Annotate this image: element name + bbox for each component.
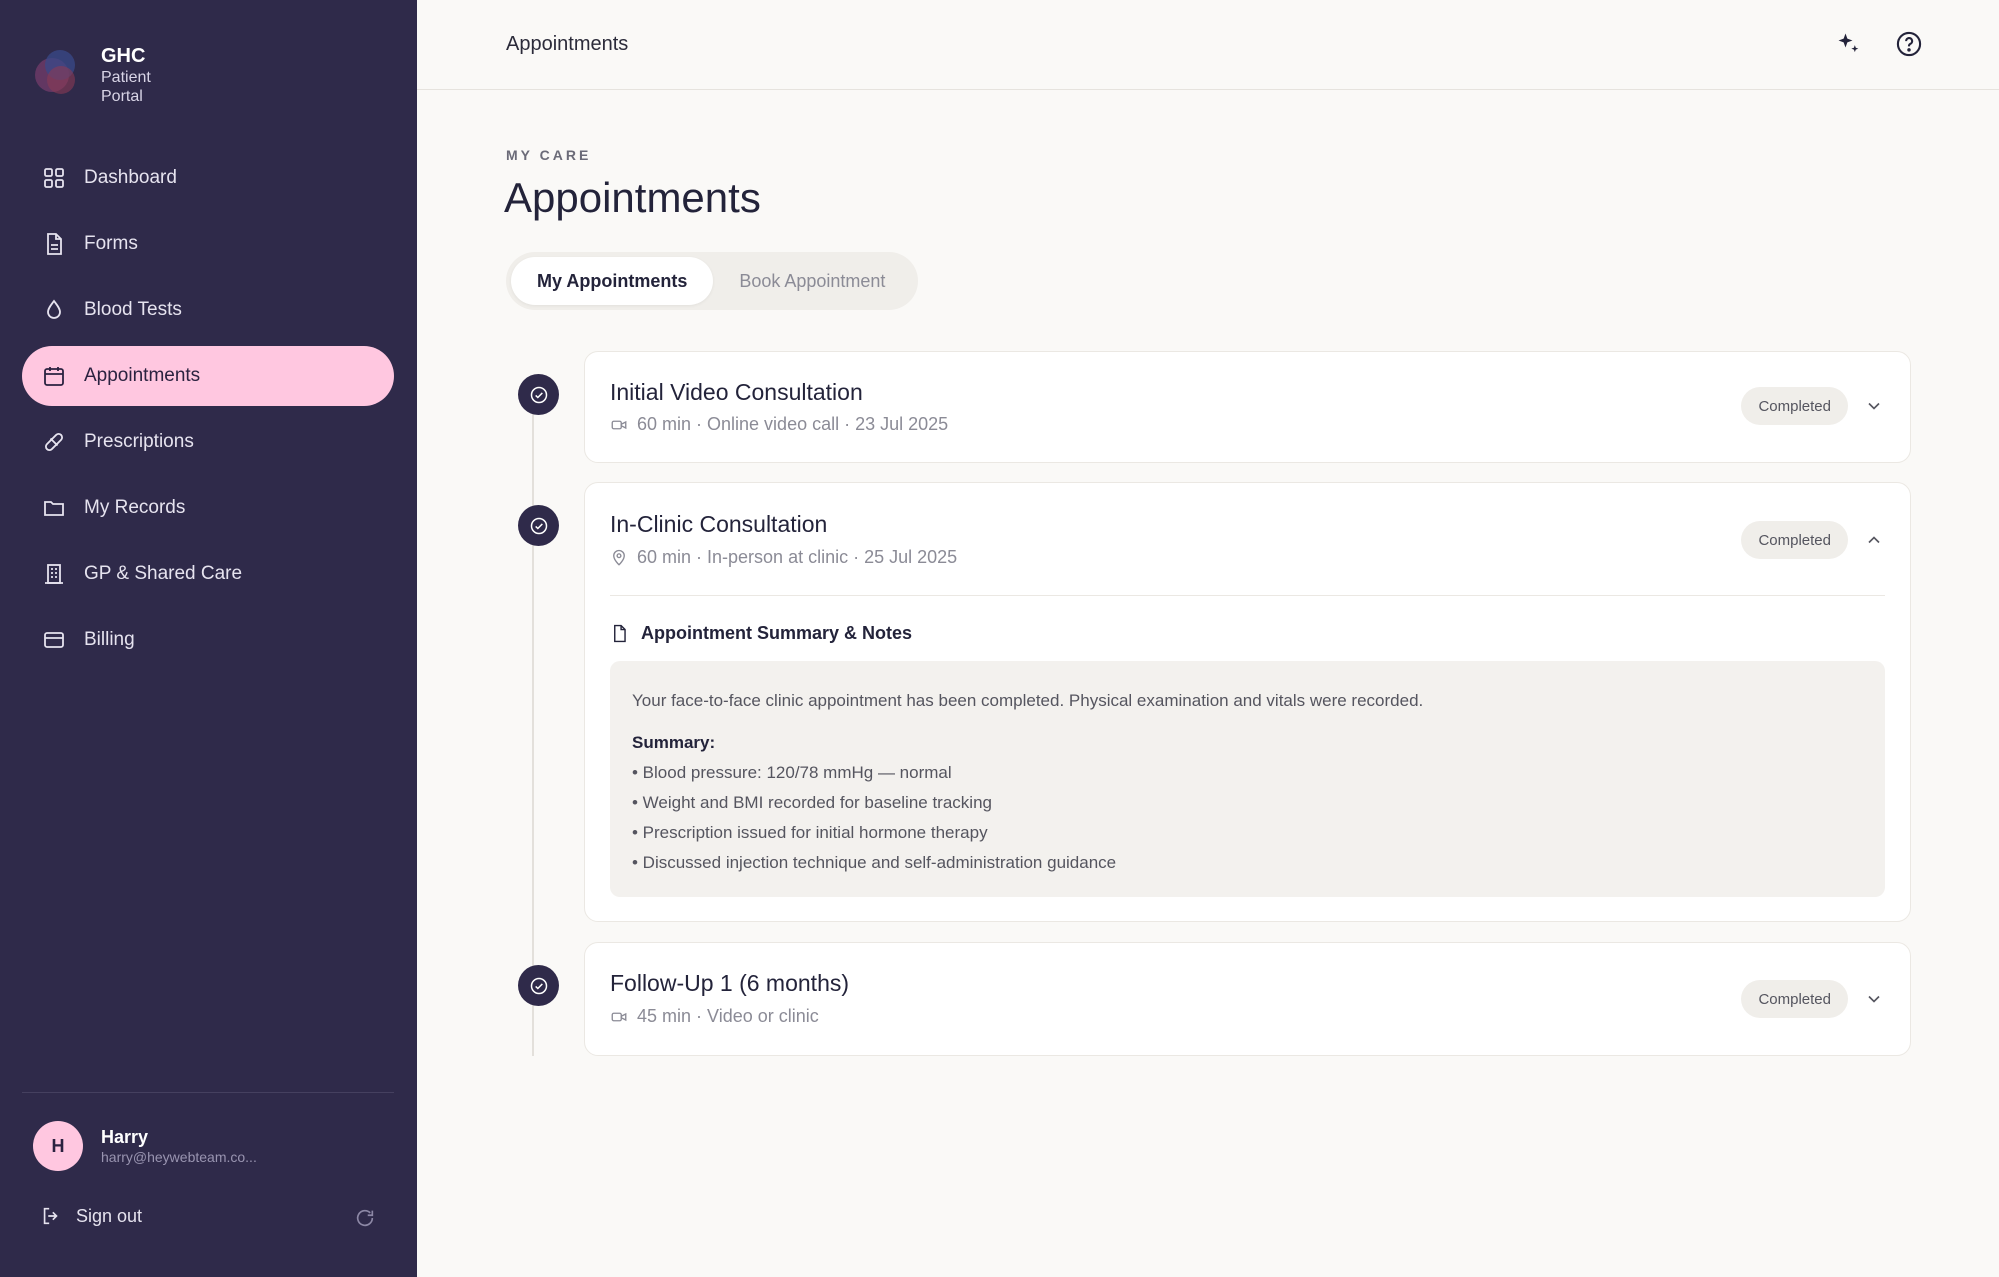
refresh-icon[interactable] — [354, 1207, 376, 1229]
notes-item: • Discussed injection technique and self… — [632, 853, 1117, 872]
sidebar-item-label: Appointments — [84, 365, 201, 386]
drop-icon — [42, 298, 66, 322]
sidebar-item-label: Blood Tests — [84, 299, 182, 320]
tab-my-appointments[interactable]: My Appointments — [511, 257, 714, 305]
sidebar-item-label: Billing — [84, 629, 135, 650]
sidebar-divider — [22, 1092, 394, 1093]
sign-out-button[interactable]: Sign out — [40, 1205, 142, 1227]
notes-intro: Your face-to-face clinic appointment has… — [632, 691, 1424, 710]
card-divider — [610, 595, 1885, 596]
check-circle-icon — [518, 505, 559, 546]
location-pin-icon — [613, 549, 625, 566]
folder-icon — [42, 496, 66, 520]
sidebar-item-billing[interactable]: Billing — [22, 610, 394, 670]
sparkle-icon[interactable] — [1835, 30, 1863, 58]
appointment-title: In-Clinic Consultation — [610, 511, 828, 537]
grid-icon — [42, 166, 66, 190]
appointment-card[interactable]: Follow-Up 1 (6 months) 45 min · Video or… — [584, 942, 1911, 1056]
calendar-icon — [42, 364, 66, 388]
user-profile[interactable]: H Harry harry@heywebteam.co... — [33, 1121, 257, 1171]
timeline-line — [532, 394, 534, 1056]
sidebar-item-my-records[interactable]: My Records — [22, 478, 394, 538]
brand-line2: Portal — [101, 88, 143, 105]
sidebar-item-label: My Records — [84, 497, 186, 518]
sidebar-item-label: Forms — [84, 233, 138, 254]
page-title: Appointments — [504, 174, 761, 221]
sidebar-item-appointments[interactable]: Appointments — [22, 346, 394, 406]
notes-item: • Prescription issued for initial hormon… — [632, 823, 988, 842]
page-eyebrow: MY CARE — [506, 147, 592, 163]
document-icon — [42, 232, 66, 256]
top-bar: Appointments — [417, 0, 1999, 90]
status-badge: Completed — [1741, 980, 1848, 1018]
status-badge: Completed — [1741, 521, 1848, 559]
brand-name: GHC — [101, 45, 146, 67]
notes-box: Your face-to-face clinic appointment has… — [610, 661, 1885, 897]
user-email: harry@heywebteam.co... — [101, 1149, 257, 1165]
sign-out-icon — [43, 1207, 58, 1225]
user-name: Harry — [101, 1127, 149, 1147]
check-circle-icon — [518, 965, 559, 1006]
sidebar-nav: Dashboard Forms Blood Tests Appointments… — [22, 148, 394, 676]
sidebar-item-label: Prescriptions — [84, 431, 194, 452]
sidebar-item-dashboard[interactable]: Dashboard — [22, 148, 394, 208]
logo — [33, 46, 81, 98]
tab-book-appointment[interactable]: Book Appointment — [713, 257, 911, 305]
appointment-meta: 60 min · In-person at clinic · 25 Jul 20… — [610, 547, 957, 568]
sidebar: GHC Patient Portal Dashboard Forms Blood… — [0, 0, 417, 1277]
sign-out-label: Sign out — [76, 1205, 143, 1226]
video-icon — [611, 420, 627, 429]
appointment-title: Follow-Up 1 (6 months) — [610, 970, 850, 996]
help-icon[interactable] — [1895, 30, 1923, 58]
chevron-down-icon[interactable] — [1864, 989, 1884, 1009]
chevron-up-icon[interactable] — [1864, 530, 1884, 550]
appointment-card[interactable]: Initial Video Consultation 60 min · Onli… — [584, 351, 1911, 463]
status-badge: Completed — [1741, 387, 1848, 425]
appointment-title: Initial Video Consultation — [610, 379, 863, 405]
sidebar-item-gp-shared-care[interactable]: GP & Shared Care — [22, 544, 394, 604]
sidebar-item-label: Dashboard — [84, 167, 177, 188]
document-icon — [614, 624, 626, 643]
card-icon — [42, 628, 66, 652]
sidebar-item-prescriptions[interactable]: Prescriptions — [22, 412, 394, 472]
sidebar-item-label: GP & Shared Care — [84, 563, 243, 584]
notes-item: • Blood pressure: 120/78 mmHg — normal — [632, 763, 952, 782]
avatar: H — [33, 1121, 83, 1171]
appointment-meta: 45 min · Video or clinic — [610, 1006, 819, 1027]
check-circle-icon — [518, 374, 559, 415]
top-bar-title: Appointments — [506, 33, 629, 55]
appointment-tabs: My Appointments Book Appointment — [506, 252, 918, 310]
appointment-meta: 60 min · Online video call · 23 Jul 2025 — [610, 414, 948, 435]
notes-item: • Weight and BMI recorded for baseline t… — [632, 793, 992, 812]
appointment-card[interactable]: In-Clinic Consultation 60 min · In-perso… — [584, 482, 1911, 922]
notes-heading: Appointment Summary & Notes — [610, 623, 912, 644]
chevron-down-icon[interactable] — [1864, 396, 1884, 416]
notes-summary-label: Summary: — [632, 733, 716, 752]
sidebar-item-blood-tests[interactable]: Blood Tests — [22, 280, 394, 340]
sidebar-item-forms[interactable]: Forms — [22, 214, 394, 274]
pill-icon — [42, 430, 66, 454]
brand-line1: Patient — [101, 69, 151, 86]
video-icon — [611, 1012, 627, 1021]
brand[interactable]: GHC Patient Portal — [33, 44, 151, 106]
building-icon — [42, 562, 66, 586]
